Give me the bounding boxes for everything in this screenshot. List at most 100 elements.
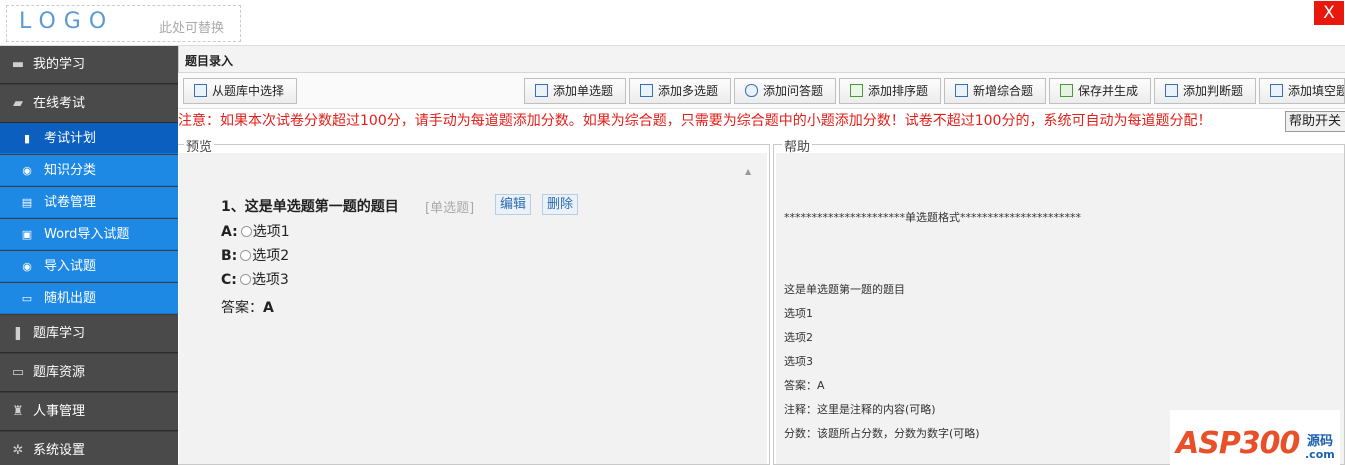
option-text: 选项3	[251, 272, 289, 288]
option-b: B: 选项2	[221, 245, 289, 265]
notice-bar: 注意：如果本次试卷分数超过100分，请手动为每道题添加分数。如果为综合题，只需要…	[178, 109, 1345, 133]
answer-label: 答案：	[221, 300, 263, 316]
top-header: LOGO 此处可替换 X	[0, 0, 1345, 46]
sidebar-item-label: 随机出题	[44, 291, 97, 306]
help-line: 选项2	[784, 331, 813, 344]
user-icon: ♜	[12, 404, 24, 419]
add-fill-blank-button[interactable]: 添加填空题	[1259, 78, 1345, 104]
sidebar-item-paper-management[interactable]: ▤ 试卷管理	[0, 187, 178, 218]
help-line: 注释：这里是注释的内容(可略)	[784, 403, 936, 416]
windows-icon	[640, 84, 653, 97]
clipboard-icon: ▮	[23, 132, 31, 145]
sort-icon	[850, 84, 863, 97]
button-label: 添加排序题	[868, 84, 929, 98]
sidebar-item-import-questions[interactable]: ◉ 导入试题	[0, 251, 178, 282]
button-label: 添加多选题	[658, 84, 719, 98]
add-single-choice-button[interactable]: 添加单选题	[524, 78, 626, 104]
select-icon	[194, 84, 207, 97]
radio-button[interactable]	[240, 226, 252, 237]
sidebar-item-exam-plan[interactable]: ▮ 考试计划	[0, 123, 178, 154]
close-button[interactable]: X	[1314, 1, 1344, 25]
asp300-watermark: ASP300 源码 .com	[1170, 410, 1340, 465]
radio-button[interactable]	[240, 250, 252, 261]
panel-icon	[1165, 84, 1178, 97]
folder-open-icon: ▰	[13, 96, 23, 111]
preview-area[interactable]: ▲ 1、这是单选题第一题的题目 [单选题] 编辑 删除 A: 选项1 B: 选项2 …	[179, 153, 767, 464]
watermark-domain: .com	[1305, 448, 1335, 461]
sidebar-item-label: 试卷管理	[44, 195, 97, 210]
book-icon: ❚	[12, 326, 24, 341]
sidebar-item-hr-management[interactable]: ♜ 人事管理	[0, 393, 178, 431]
option-text: 选项1	[252, 224, 290, 240]
select-from-bank-button[interactable]: 从题库中选择	[183, 78, 297, 104]
radio-button[interactable]	[239, 274, 251, 285]
button-label: 添加判断题	[1183, 84, 1244, 98]
sidebar-item-online-exam[interactable]: ▰ 在线考试	[0, 85, 178, 123]
option-key: B:	[221, 248, 238, 264]
sidebar-item-label: Word导入试题	[44, 227, 130, 242]
page-title: 题目录入	[185, 54, 234, 68]
save-icon	[1060, 84, 1073, 97]
add-combo-button[interactable]: 新增综合题	[944, 78, 1046, 104]
sidebar-item-label: 人事管理	[33, 404, 86, 419]
help-line: ......	[784, 457, 805, 465]
sidebar-item-word-import[interactable]: ▣ Word导入试题	[0, 219, 178, 250]
scroll-up-icon[interactable]: ▲	[745, 167, 751, 176]
option-text: 选项2	[252, 248, 290, 264]
sidebar-item-label: 考试计划	[44, 131, 97, 146]
preview-panel: 预览 ▲ 1、这是单选题第一题的题目 [单选题] 编辑 删除 A: 选项1 B: 选…	[178, 136, 770, 465]
grid-icon	[1270, 84, 1283, 97]
help-line: 这是单选题第一题的题目	[784, 283, 905, 296]
sidebar: ▬ 我的学习 ▰ 在线考试 ▮ 考试计划 ◉ 知识分类 ▤ 试卷管理 ▣ Wor…	[0, 46, 178, 465]
monitor-icon: ▭	[11, 365, 25, 380]
notice-text: 注意：如果本次试卷分数超过100分，请手动为每道题添加分数。如果为综合题，只需要…	[178, 113, 1212, 129]
sidebar-item-system-settings[interactable]: ✲ 系统设置	[0, 432, 178, 465]
logo: LOGO	[19, 9, 115, 34]
answer-line: 答案：A	[221, 297, 274, 317]
sidebar-item-my-learning[interactable]: ▬ 我的学习	[0, 46, 178, 84]
add-qa-button[interactable]: 添加问答题	[734, 78, 836, 104]
option-key: A:	[221, 224, 238, 240]
sidebar-item-label: 我的学习	[33, 57, 86, 72]
monitor-icon: ▭	[21, 292, 33, 305]
delete-button[interactable]: 删除	[542, 194, 579, 215]
sidebar-item-label: 题库资源	[33, 365, 86, 380]
help-line: 选项1	[784, 307, 813, 320]
sidebar-item-knowledge-category[interactable]: ◉ 知识分类	[0, 155, 178, 186]
database-icon: ◉	[22, 260, 32, 273]
button-label: 从题库中选择	[212, 84, 285, 98]
watermark-brand: ASP300	[1176, 426, 1300, 461]
image-icon: ▣	[21, 228, 33, 241]
main-content: 题目录入 从题库中选择 添加单选题 添加多选题 添加问答题 添加排序题 新增综合…	[178, 46, 1345, 465]
button-label: 保存并生成	[1078, 84, 1139, 98]
help-line: **********************单选题格式*************…	[784, 211, 1081, 224]
comment-icon	[745, 84, 758, 97]
document-icon: ▤	[21, 196, 33, 209]
add-judge-button[interactable]: 添加判断题	[1154, 78, 1256, 104]
save-generate-button[interactable]: 保存并生成	[1049, 78, 1151, 104]
database-icon: ◉	[22, 164, 32, 177]
button-label: 新增综合题	[973, 84, 1034, 98]
toolbar: 从题库中选择 添加单选题 添加多选题 添加问答题 添加排序题 新增综合题 保存并…	[178, 73, 1345, 109]
sidebar-item-label: 题库学习	[33, 326, 86, 341]
sidebar-item-bank-resources[interactable]: ▭ 题库资源	[0, 354, 178, 392]
help-line: 分数：该题所占分数，分数为数字(可略)	[784, 427, 980, 440]
add-multi-choice-button[interactable]: 添加多选题	[629, 78, 731, 104]
button-label: 添加单选题	[553, 84, 614, 98]
sidebar-item-label: 知识分类	[44, 163, 97, 178]
answer-value: A	[263, 300, 274, 316]
window-icon	[535, 84, 548, 97]
logo-subtitle: 此处可替换	[159, 21, 225, 36]
sidebar-item-random-questions[interactable]: ▭ 随机出题	[0, 283, 178, 314]
sidebar-item-bank-learning[interactable]: ❚ 题库学习	[0, 315, 178, 353]
gear-icon: ✲	[12, 443, 24, 458]
page-titlebar: 题目录入	[178, 46, 1345, 73]
button-label: 添加填空题	[1288, 84, 1345, 98]
logo-box: LOGO 此处可替换	[6, 5, 241, 42]
help-line: 选项3	[784, 355, 813, 368]
sidebar-item-label: 系统设置	[33, 443, 86, 458]
add-sort-button[interactable]: 添加排序题	[839, 78, 941, 104]
edit-button[interactable]: 编辑	[495, 194, 532, 215]
help-toggle-button[interactable]: 帮助开关	[1285, 111, 1345, 132]
folder-icon: ▬	[11, 57, 25, 72]
